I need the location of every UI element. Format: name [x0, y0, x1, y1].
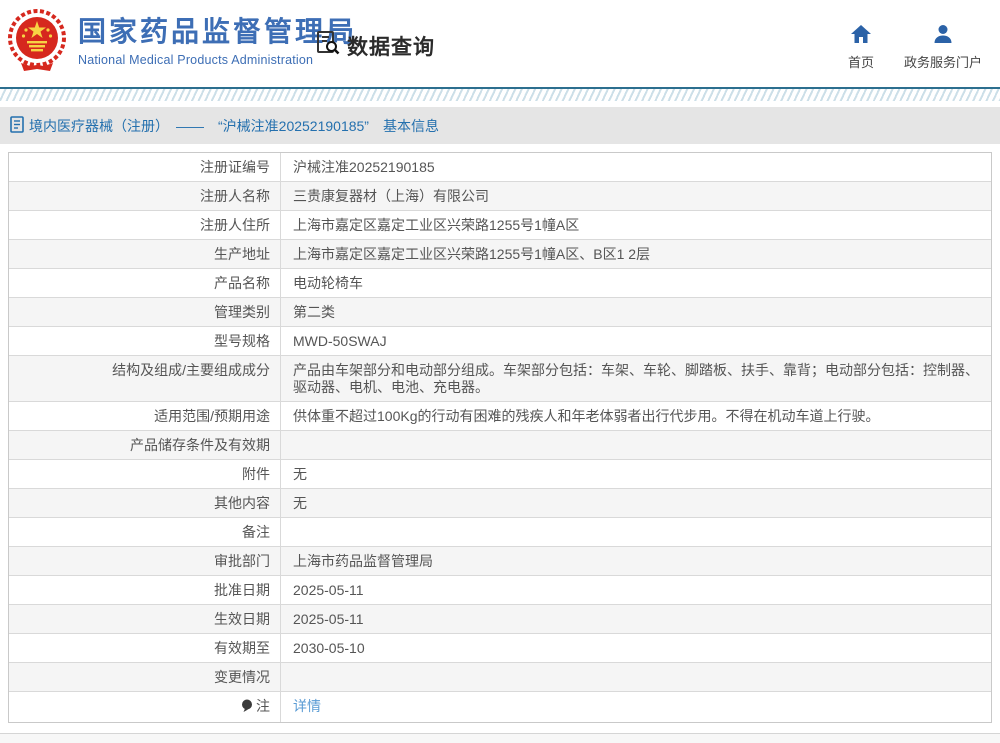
- field-label: 附件: [9, 460, 281, 488]
- field-label: 有效期至: [9, 634, 281, 662]
- field-value: 第二类: [293, 304, 335, 320]
- table-row: 注 详情: [9, 692, 991, 722]
- field-value: 无: [293, 495, 307, 511]
- field-label: 批准日期: [9, 576, 281, 604]
- table-row: 有效期至 2030-05-10: [9, 634, 991, 663]
- field-label-text: 备注: [242, 524, 270, 540]
- table-row: 批准日期 2025-05-11: [9, 576, 991, 605]
- field-value: 电动轮椅车: [293, 275, 363, 291]
- table-row: 结构及组成/主要组成成分 产品由车架部分和电动部分组成。车架部分包括：车架、车轮、…: [9, 356, 991, 402]
- field-value: [281, 431, 991, 459]
- field-value: MWD-50SWAJ: [293, 333, 387, 349]
- national-emblem-icon: [8, 8, 66, 83]
- field-label-text: 批准日期: [214, 582, 270, 598]
- field-value: 无: [293, 466, 307, 482]
- home-icon: [850, 24, 872, 52]
- field-label-text: 其他内容: [214, 495, 270, 511]
- field-label: 产品名称: [9, 269, 281, 297]
- field-value: 2025-05-11: [293, 582, 364, 598]
- table-row: 适用范围/预期用途 供体重不超过100Kg的行动有困难的残疾人和年老体弱者出行代步…: [9, 402, 991, 431]
- table-row: 其他内容 无: [9, 489, 991, 518]
- table-row: 审批部门 上海市药品监督管理局: [9, 547, 991, 576]
- field-label: 变更情况: [9, 663, 281, 691]
- field-label-text: 结构及组成/主要组成成分: [112, 362, 270, 378]
- field-label: 产品储存条件及有效期: [9, 431, 281, 459]
- field-value: [281, 663, 991, 691]
- table-row: 产品名称 电动轮椅车: [9, 269, 991, 298]
- nav-home-label: 首页: [847, 55, 874, 70]
- field-label-text: 审批部门: [214, 553, 270, 569]
- field-label-text: 生产地址: [214, 246, 270, 262]
- field-label: 注册证编号: [9, 153, 281, 181]
- field-label: 注册人名称: [9, 182, 281, 210]
- details-link[interactable]: 详情: [293, 698, 321, 714]
- field-label-text: 变更情况: [214, 669, 270, 685]
- field-value: 沪械注准20252190185: [293, 159, 435, 175]
- field-label-text: 有效期至: [214, 640, 270, 656]
- nav-portal-label: 政务服务门户: [903, 55, 982, 70]
- field-value: 上海市嘉定区嘉定工业区兴荣路1255号1幢A区、B区1 2层: [293, 246, 651, 262]
- data-query-heading: 数据查询: [315, 30, 435, 62]
- field-label-text: 产品储存条件及有效期: [130, 437, 270, 453]
- nav-home[interactable]: 首页: [848, 24, 874, 71]
- header-nav: 首页 政务服务门户: [848, 24, 982, 71]
- table-row: 注册人住所 上海市嘉定区嘉定工业区兴荣路1255号1幢A区: [9, 211, 991, 240]
- page-header: 国家药品监督管理局 National Medical Products Admi…: [0, 0, 1000, 87]
- field-label-text: 注册人名称: [200, 188, 270, 204]
- field-value: 供体重不超过100Kg的行动有困难的残疾人和年老体弱者出行代步用。不得在机动车道…: [293, 408, 880, 424]
- field-label: 审批部门: [9, 547, 281, 575]
- registration-detail-table: 注册证编号 沪械注准20252190185 注册人名称 三贵康复器材（上海）有限公司注…: [8, 152, 992, 723]
- table-row: 注册证编号 沪械注准20252190185: [9, 153, 991, 182]
- table-row: 变更情况: [9, 663, 991, 692]
- field-label-text: 产品名称: [214, 275, 270, 291]
- field-label: 生效日期: [9, 605, 281, 633]
- user-icon: [932, 24, 954, 52]
- field-value: 详情: [281, 692, 991, 722]
- field-label: 注: [9, 692, 281, 722]
- document-search-icon: [315, 30, 347, 62]
- field-value: 2025-05-11: [293, 611, 364, 627]
- table-row: 附件 无: [9, 460, 991, 489]
- table-row: 型号规格 MWD-50SWAJ: [9, 327, 991, 356]
- field-label-text: 注册证编号: [200, 159, 270, 175]
- breadcrumb-text: 境内医疗器械（注册） —— “沪械注准20252190185” 基本信息: [29, 117, 439, 134]
- field-label-text: 注册人住所: [200, 217, 270, 233]
- field-value: 上海市嘉定区嘉定工业区兴荣路1255号1幢A区: [293, 217, 580, 233]
- field-label-text: 注: [256, 698, 270, 714]
- field-label-text: 管理类别: [214, 304, 270, 320]
- field-label: 备注: [9, 518, 281, 546]
- nmpa-logo[interactable]: 国家药品监督管理局 National Medical Products Admi…: [8, 8, 357, 83]
- footer-strip: [0, 733, 1000, 743]
- field-label-text: 适用范围/预期用途: [154, 408, 270, 424]
- field-label: 注册人住所: [9, 211, 281, 239]
- field-label-text: 型号规格: [214, 333, 270, 349]
- hatched-divider: [0, 87, 1000, 101]
- table-row: 管理类别 第二类: [9, 298, 991, 327]
- note-balloon-icon: [241, 699, 253, 717]
- field-label-text: 生效日期: [214, 611, 270, 627]
- field-label: 管理类别: [9, 298, 281, 326]
- table-row: 产品储存条件及有效期: [9, 431, 991, 460]
- field-value: 2030-05-10: [293, 640, 365, 656]
- field-value: 三贵康复器材（上海）有限公司: [293, 188, 489, 204]
- field-label-text: 附件: [242, 466, 270, 482]
- table-row: 生产地址 上海市嘉定区嘉定工业区兴荣路1255号1幢A区、B区1 2层: [9, 240, 991, 269]
- page-icon: [10, 115, 29, 136]
- field-label: 型号规格: [9, 327, 281, 355]
- field-label: 适用范围/预期用途: [9, 402, 281, 430]
- field-value: 产品由车架部分和电动部分组成。车架部分包括：车架、车轮、脚踏板、扶手、靠背；电动…: [293, 362, 979, 395]
- table-row: 注册人名称 三贵康复器材（上海）有限公司: [9, 182, 991, 211]
- field-value: [281, 518, 991, 546]
- field-label: 结构及组成/主要组成成分: [9, 356, 281, 401]
- data-query-label: 数据查询: [347, 36, 435, 59]
- field-value: 上海市药品监督管理局: [293, 553, 433, 569]
- field-label: 其他内容: [9, 489, 281, 517]
- breadcrumb: 境内医疗器械（注册） —— “沪械注准20252190185” 基本信息: [0, 107, 1000, 144]
- table-row: 备注: [9, 518, 991, 547]
- field-label: 生产地址: [9, 240, 281, 268]
- table-row: 生效日期 2025-05-11: [9, 605, 991, 634]
- nav-portal[interactable]: 政务服务门户: [904, 24, 982, 71]
